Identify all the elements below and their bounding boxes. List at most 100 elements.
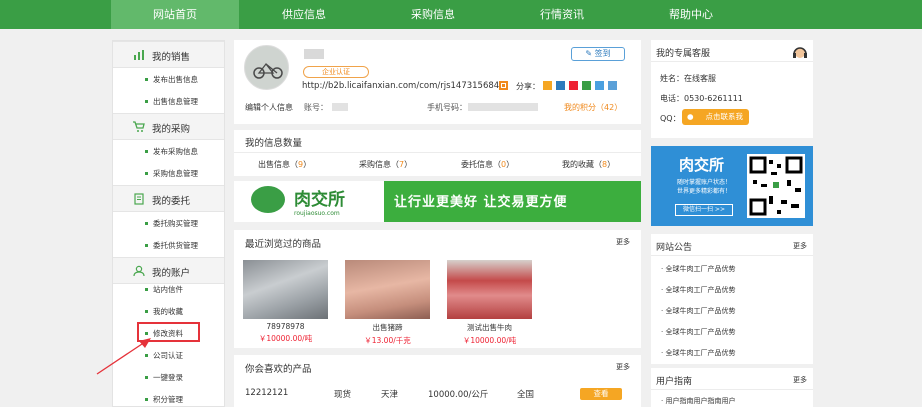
annotation-arrow-icon [96, 338, 151, 375]
share-qzone-icon[interactable] [543, 81, 552, 90]
scan-wechat-button[interactable]: 微信扫一扫 >> [675, 204, 733, 216]
notice-item[interactable]: · 全球牛肉工厂产品优势 [661, 264, 735, 274]
service-qq-label: QQ： [660, 114, 681, 123]
user-guide-panel: 用户指南 更多 · 用户指南用户指南用户 [651, 368, 813, 407]
signin-icon: ✎ [585, 49, 595, 58]
document-icon [133, 193, 145, 205]
nav-home[interactable]: 网站首页 [111, 0, 239, 29]
banner-logo-area: 肉交所 roujiaosuo.com [234, 181, 384, 222]
share-qq-icon[interactable] [556, 81, 565, 90]
rec-product-name[interactable]: 12212121 [245, 388, 288, 398]
recommended-panel: 你会喜欢的产品 更多 12212121 现货 天津 10000.00/公斤 全国… [234, 355, 641, 407]
stat-purchase[interactable]: 采购信息（7） [359, 159, 412, 170]
share-more-icon[interactable] [608, 81, 617, 90]
stat-label: 出售信息（ [258, 160, 298, 169]
product-name[interactable]: 测试出售牛肉 [447, 322, 532, 333]
divider [651, 389, 813, 390]
notice-item[interactable]: · 全球牛肉工厂产品优势 [661, 306, 735, 316]
bullet [145, 288, 148, 291]
guide-title: 用户指南 [656, 377, 693, 387]
notice-item[interactable]: · 全球牛肉工厂产品优势 [661, 285, 735, 295]
wechat-ad-banner[interactable]: 肉交所 随时掌握账户状态！ 世界更多精彩都有！ 微信扫一扫 >> [651, 146, 813, 226]
share-tencent-icon[interactable] [595, 81, 604, 90]
ad-subtitle: 随时掌握账户状态！ 世界更多精彩都有！ [677, 178, 731, 196]
sidebar-item-publish-purchase[interactable]: 发布采购信息 [113, 143, 224, 161]
sidebar-item-points[interactable]: 积分管理 [113, 391, 224, 407]
sidebar-item-label: 一键登录 [153, 373, 183, 382]
sidebar-item-entrust-supply[interactable]: 委托供货管理 [113, 237, 224, 255]
notice-title: 网站公告 [656, 243, 693, 253]
qr-code-icon [747, 154, 805, 218]
contact-qq-button[interactable]: ● 点击联系我 [682, 109, 749, 125]
product-name[interactable]: 出售猪蹄 [345, 322, 430, 333]
sidebar-section-entrust[interactable]: 我的委托 [113, 185, 224, 212]
top-nav: 网站首页 供应信息 采购信息 行情资讯 帮助中心 [0, 0, 922, 29]
recommended-more-link[interactable]: 更多 [616, 362, 630, 372]
stat-label: 采购信息（ [359, 160, 399, 169]
notice-item-label: 全球牛肉工厂产品优势 [665, 349, 736, 357]
sidebar-item-label: 发布采购信息 [153, 147, 198, 156]
divider [651, 255, 813, 256]
username-redacted [304, 49, 324, 59]
stat-sale[interactable]: 出售信息（9） [258, 159, 311, 170]
profile-panel: 企业认证 http://b2b.licaifanxian.com/com/rjs… [234, 40, 641, 124]
sidebar-item-manage-purchase[interactable]: 采购信息管理 [113, 165, 224, 183]
notice-item[interactable]: · 全球牛肉工厂产品优势 [661, 327, 735, 337]
signin-button[interactable]: ✎ 签到 [571, 47, 625, 61]
my-points[interactable]: 我的积分（42） [564, 102, 622, 113]
nav-help[interactable]: 帮助中心 [627, 0, 755, 29]
product-image-pigs[interactable] [345, 260, 430, 319]
sidebar-section-purchase[interactable]: 我的采购 [113, 113, 224, 140]
divider [651, 61, 813, 62]
sidebar-item-messages[interactable]: 站内信件 [113, 281, 224, 299]
signin-label: 签到 [594, 49, 611, 58]
bullet [145, 222, 148, 225]
sidebar-item-label: 采购信息管理 [153, 169, 198, 178]
qr-code-icon[interactable] [499, 81, 508, 90]
product-card[interactable]: 出售猪蹄 ￥13.00/千克 [345, 260, 430, 346]
notice-panel: 网站公告 更多 · 全球牛肉工厂产品优势 · 全球牛肉工厂产品优势 · 全球牛肉… [651, 234, 813, 364]
avatar[interactable] [244, 45, 289, 90]
rec-product-price: 10000.00/公斤 [428, 390, 489, 400]
sidebar-item-manage-sale[interactable]: 出售信息管理 [113, 93, 224, 111]
points-value: 42 [604, 103, 615, 112]
sidebar-section-sales[interactable]: 我的销售 [113, 41, 224, 68]
stat-entrust[interactable]: 委托信息（0） [461, 159, 514, 170]
product-image-fish[interactable] [243, 260, 328, 319]
product-card[interactable]: 78978978 ￥10000.00/吨 [243, 260, 328, 344]
sidebar-item-label: 委托购买管理 [153, 219, 198, 228]
share-weibo-icon[interactable] [569, 81, 578, 90]
nav-market[interactable]: 行情资讯 [498, 0, 626, 29]
stat-label: 委托信息（ [461, 160, 501, 169]
notice-item-label: 全球牛肉工厂产品优势 [665, 265, 736, 273]
nav-purchase[interactable]: 采购信息 [369, 0, 497, 29]
notice-item-label: 全球牛肉工厂产品优势 [665, 328, 736, 336]
guide-item[interactable]: · 用户指南用户指南用户 [661, 396, 735, 406]
sidebar-item-favorites[interactable]: 我的收藏 [113, 303, 224, 321]
sidebar-section-account[interactable]: 我的账户 [113, 257, 224, 284]
recent-more-link[interactable]: 更多 [616, 237, 630, 247]
product-card[interactable]: 测试出售牛肉 ￥10000.00/吨 [447, 260, 532, 346]
shop-url[interactable]: http://b2b.licaifanxian.com/com/rjs14731… [302, 81, 507, 91]
nav-supply[interactable]: 供应信息 [240, 0, 368, 29]
sidebar-section-title: 我的采购 [152, 124, 191, 135]
stat-favorites[interactable]: 我的收藏（8） [562, 159, 615, 170]
bullet [145, 172, 148, 175]
notice-item[interactable]: · 全球牛肉工厂产品优势 [661, 348, 735, 358]
product-price: ￥10000.00/吨 [258, 334, 313, 343]
bullet [145, 78, 148, 81]
ad-brand: 肉交所 [679, 156, 725, 174]
info-count-panel: 我的信息数量 出售信息（9） 采购信息（7） 委托信息（0） 我的收藏（8） [234, 130, 641, 176]
sidebar-item-publish-sale[interactable]: 发布出售信息 [113, 71, 224, 89]
product-image-beef[interactable] [447, 260, 532, 319]
view-button[interactable]: 查看 [580, 388, 622, 400]
product-name[interactable]: 78978978 [243, 322, 328, 331]
notice-more-link[interactable]: 更多 [793, 241, 807, 251]
guide-more-link[interactable]: 更多 [793, 375, 807, 385]
promo-banner[interactable]: 肉交所 roujiaosuo.com 让行业更美好 让交易更方便 [234, 181, 641, 222]
sidebar-section-title: 我的委托 [152, 196, 191, 207]
sidebar-item-entrust-buy[interactable]: 委托购买管理 [113, 215, 224, 233]
edit-profile-link[interactable]: 编辑个人信息 [245, 102, 293, 113]
share-wechat-icon[interactable] [582, 81, 591, 90]
product-price: ￥13.00/千克 [364, 336, 411, 345]
